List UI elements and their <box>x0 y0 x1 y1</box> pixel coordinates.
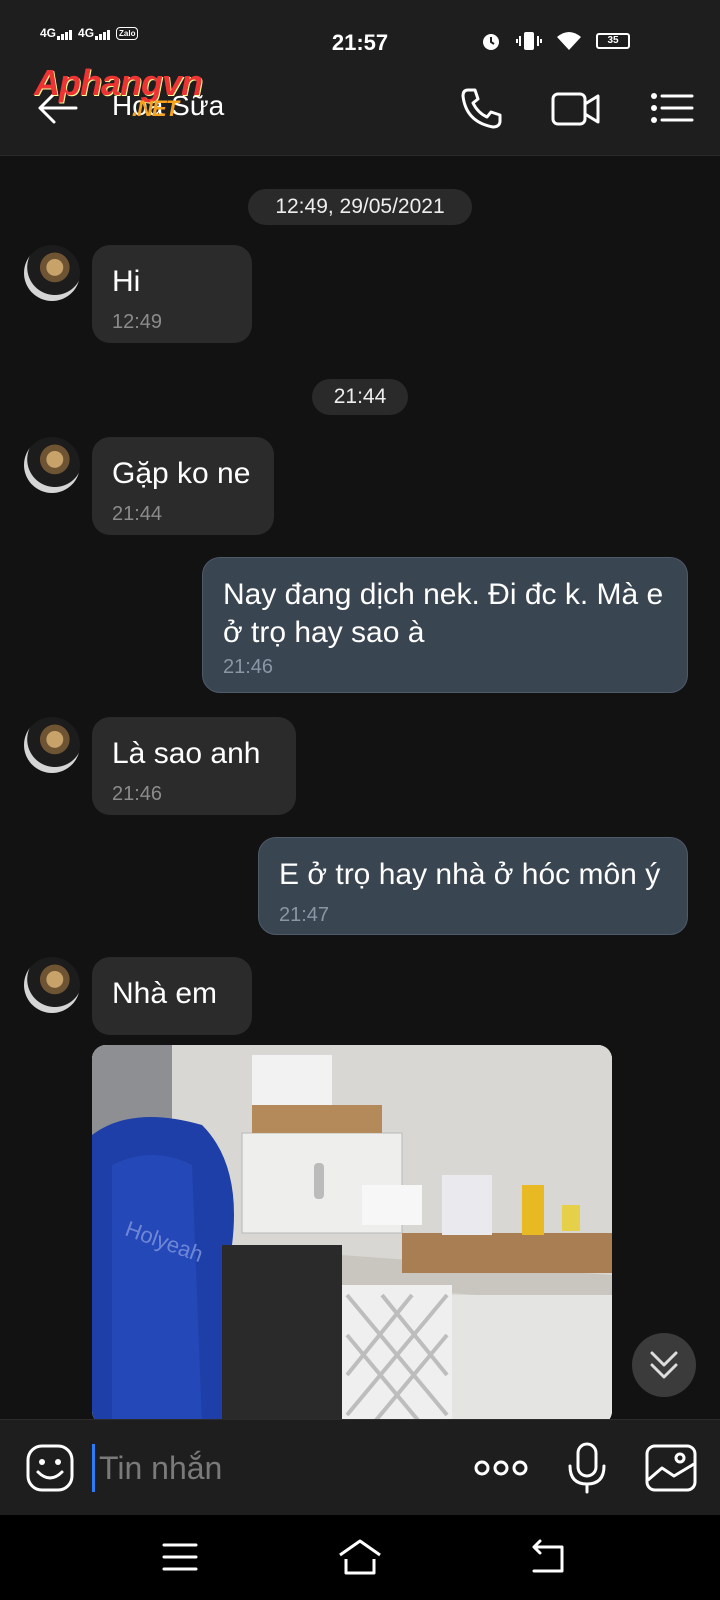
message-text: Nay đang dịch nek. Đi đc k. Mà e ở trọ h… <box>223 578 664 649</box>
battery-icon: 35 <box>596 33 630 49</box>
system-nav-bar <box>0 1515 720 1600</box>
time-separator: 21:44 <box>312 379 408 415</box>
message-incoming[interactable]: Gặp ko ne 21:44 <box>92 437 274 535</box>
phone-icon[interactable] <box>458 86 506 130</box>
avatar[interactable] <box>24 957 80 1013</box>
message-incoming[interactable]: Hi 12:49 <box>92 245 252 343</box>
message-text: Là sao anh <box>112 737 261 770</box>
watermark-sub: .NET <box>132 96 179 121</box>
message-text: Gặp ko ne <box>112 457 251 490</box>
avatar[interactable] <box>24 437 80 493</box>
more-icon[interactable] <box>474 1442 528 1494</box>
avatar[interactable] <box>24 245 80 301</box>
message-time: 21:46 <box>112 783 163 805</box>
message-outgoing[interactable]: Nay đang dịch nek. Đi đc k. Mà e ở trọ h… <box>202 557 688 693</box>
message-time: 21:46 <box>223 656 274 678</box>
date-separator: 12:49, 29/05/2021 <box>248 189 472 225</box>
chevron-double-down-icon <box>650 1351 678 1379</box>
message-incoming[interactable]: Là sao anh 21:46 <box>92 717 296 815</box>
photo-message[interactable]: Holyeah <box>92 1045 612 1419</box>
home-icon[interactable] <box>336 1537 384 1577</box>
message-text: Hi <box>112 265 141 298</box>
recent-apps-icon[interactable] <box>158 1537 202 1577</box>
message-time: 21:47 <box>279 904 330 926</box>
message-list[interactable]: 12:49, 29/05/2021 Hi 12:49 21:44 Gặp ko … <box>0 157 720 1419</box>
status-bar: 4G 4G Zalo 21:57 35 <box>0 0 720 60</box>
photo-image: Holyeah <box>92 1045 612 1419</box>
wifi-icon <box>557 32 581 50</box>
message-time: 21:44 <box>112 503 163 525</box>
message-text: E ở trọ hay nhà ở hóc môn ý <box>279 858 661 891</box>
alarm-icon <box>483 34 499 50</box>
message-outgoing[interactable]: E ở trọ hay nhà ở hóc môn ý 21:47 <box>258 837 688 935</box>
message-text: Nhà em <box>112 977 218 1010</box>
menu-list-icon[interactable] <box>648 86 696 130</box>
composer-bar <box>0 1419 720 1515</box>
image-icon[interactable] <box>644 1442 698 1494</box>
scroll-to-bottom-button[interactable] <box>632 1333 696 1397</box>
message-time: 12:49 <box>112 311 163 333</box>
vibrate-icon <box>516 32 542 50</box>
video-call-icon[interactable] <box>550 86 602 130</box>
back-nav-icon[interactable] <box>526 1537 570 1577</box>
message-incoming[interactable]: Nhà em <box>92 957 252 1035</box>
microphone-icon[interactable] <box>560 1442 614 1494</box>
emoji-icon[interactable] <box>24 1442 78 1494</box>
message-input[interactable] <box>92 1444 442 1492</box>
watermark-logo: Aphangvn .NET <box>34 62 203 121</box>
avatar[interactable] <box>24 717 80 773</box>
